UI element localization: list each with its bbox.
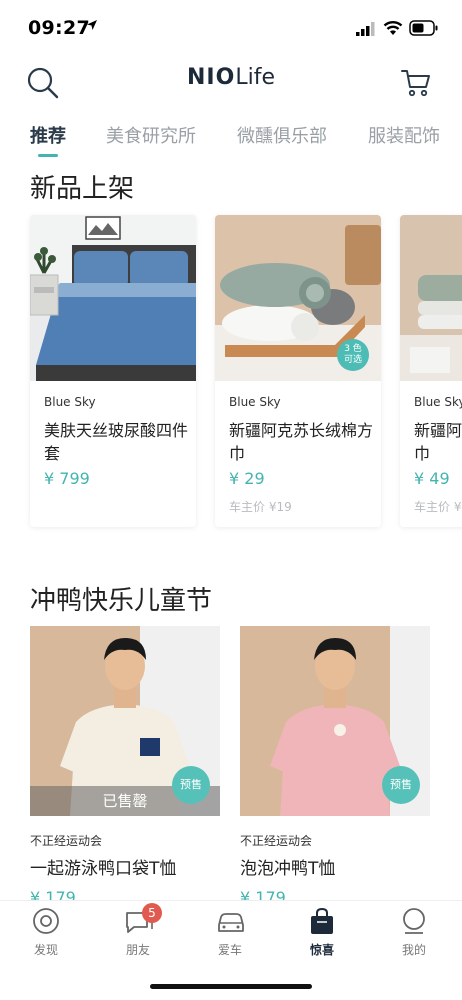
badge-line: 3 色 — [344, 344, 362, 354]
nav-discover[interactable]: 发现 — [0, 901, 92, 971]
nav-car[interactable]: 爱车 — [184, 901, 276, 971]
app-header: NIOLife — [0, 58, 462, 108]
product-price: ¥ 49 — [414, 469, 450, 488]
section-title-childrens-day: 冲鸭快乐儿童节 — [30, 586, 213, 616]
wifi-icon — [383, 21, 403, 35]
product-name: 新疆阿克苏长绒棉毛巾 — [414, 421, 462, 463]
tab-recommend[interactable]: 推荐 — [30, 122, 66, 148]
product-card[interactable]: 3 色 可选 Blue Sky 新疆阿克苏长绒棉方巾 ¥ 29 车主价 ¥19 — [215, 215, 381, 527]
product-name: 美肤天丝玻尿酸四件套 — [44, 421, 189, 463]
product-card[interactable]: Blue Sky 美肤天丝玻尿酸四件套 ¥ 799 — [30, 215, 196, 527]
category-tabs: 推荐 美食研究所 微醺俱乐部 服装配饰 — [0, 108, 462, 160]
badge-line: 可选 — [343, 355, 362, 365]
product-image-towels — [400, 215, 462, 381]
product-price: ¥ 179 — [240, 888, 286, 900]
nav-label: 朋友 — [125, 943, 150, 957]
section-title-new-arrivals: 新品上架 — [30, 174, 135, 204]
presale-badge: 预售 — [172, 766, 210, 804]
product-brand: Blue Sky — [414, 395, 462, 409]
presale-badge: 预售 — [382, 766, 420, 804]
cart-icon[interactable] — [400, 67, 432, 99]
notification-badge: 5 — [142, 903, 162, 923]
tab-food-lab[interactable]: 美食研究所 — [106, 122, 196, 148]
product-brand: Blue Sky — [229, 395, 281, 409]
product-name: 泡泡冲鸭T恤 — [240, 859, 336, 879]
product-name: 新疆阿克苏长绒棉方巾 — [229, 421, 374, 463]
active-tab-indicator — [38, 154, 58, 157]
nav-surprise[interactable]: 惊喜 — [276, 901, 368, 971]
product-brand: 不正经运动会 — [30, 834, 103, 848]
product-price: ¥ 799 — [44, 469, 90, 488]
product-card[interactable]: 已售罄 预售 不正经运动会 一起游泳鸭口袋T恤 ¥ 179 — [30, 626, 220, 900]
owner-price: 车主价 ¥35 — [414, 500, 462, 514]
owner-price: 车主价 ¥19 — [229, 500, 292, 514]
product-card[interactable]: 预售 不正经运动会 泡泡冲鸭T恤 ¥ 179 — [240, 626, 430, 900]
main-content: 新品上架 Blue Sky 美肤天丝玻尿酸四件套 ¥ 799 3 色 可选 Bl… — [0, 160, 462, 900]
cellular-signal-icon — [356, 22, 375, 36]
profile-icon — [403, 908, 425, 934]
nav-label: 我的 — [401, 943, 426, 957]
product-brand: Blue Sky — [44, 395, 96, 409]
home-indicator — [150, 984, 312, 989]
logo-life-text: Life — [235, 65, 275, 90]
tab-tipsy-club[interactable]: 微醺俱乐部 — [237, 122, 327, 148]
nav-label: 爱车 — [217, 943, 242, 957]
color-options-badge: 3 色 可选 — [337, 339, 369, 371]
tab-apparel[interactable]: 服装配饰 — [368, 122, 440, 148]
product-price: ¥ 179 — [30, 888, 76, 900]
car-icon — [218, 913, 244, 932]
nav-label: 发现 — [33, 943, 58, 957]
nav-label: 惊喜 — [309, 943, 334, 957]
nav-friends[interactable]: 5 朋友 — [92, 901, 184, 971]
product-image-bedding — [30, 215, 196, 381]
nio-life-logo: NIOLife — [0, 65, 462, 90]
shopping-bag-icon — [311, 907, 333, 934]
product-price: ¥ 29 — [229, 469, 265, 488]
logo-nio-text: NIO — [187, 65, 236, 90]
status-time: 09:27 — [28, 17, 90, 39]
status-bar: 09:27 — [0, 0, 462, 58]
nav-profile[interactable]: 我的 — [368, 901, 460, 971]
product-card[interactable]: Blue Sky 新疆阿克苏长绒棉毛巾 ¥ 49 车主价 ¥35 — [400, 215, 462, 527]
battery-icon — [409, 20, 438, 36]
product-brand: 不正经运动会 — [240, 834, 313, 848]
location-arrow-icon — [87, 20, 97, 30]
discover-icon — [33, 908, 59, 934]
product-name: 一起游泳鸭口袋T恤 — [30, 859, 177, 879]
